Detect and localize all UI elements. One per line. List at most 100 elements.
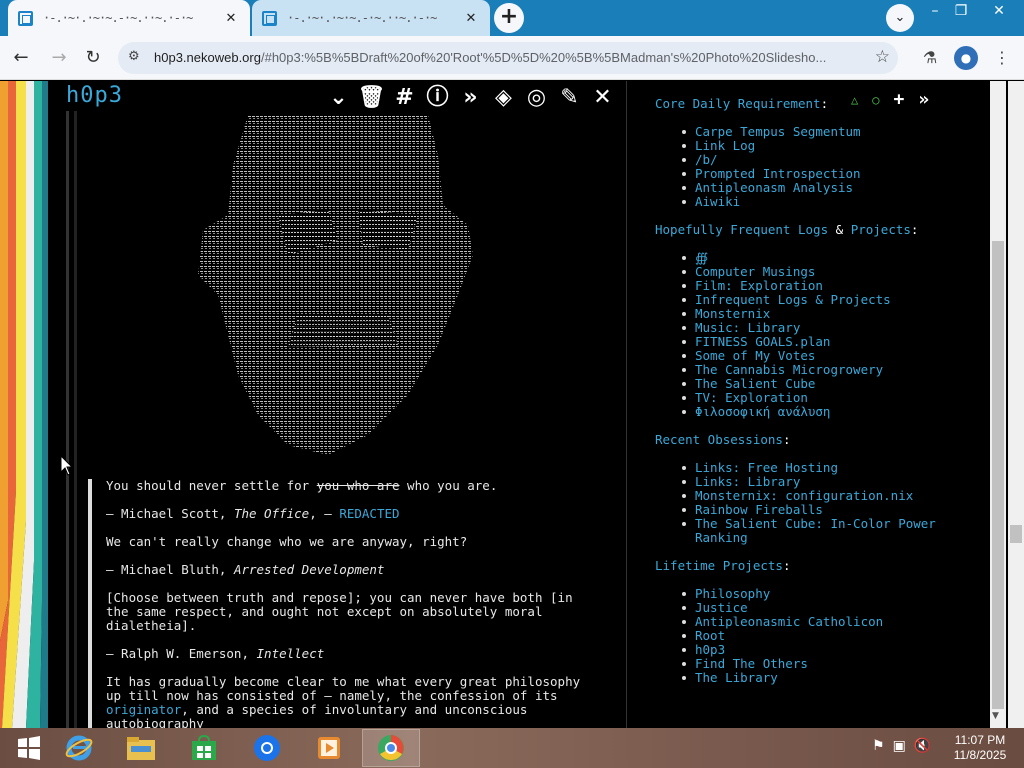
- clock-date: 11/8/2025: [953, 748, 1007, 762]
- quote-attribution: – Michael Scott, The Office, – REDACTED: [106, 506, 400, 521]
- volume-muted-icon[interactable]: 🔇: [914, 738, 931, 754]
- list-item[interactable]: Links: Library: [682, 475, 945, 489]
- section-heading-lifetime: Lifetime Projects:: [655, 558, 791, 573]
- plus-icon[interactable]: +: [893, 91, 904, 109]
- target-icon[interactable]: ◎: [520, 83, 553, 113]
- list-item[interactable]: Rainbow Fireballs: [682, 503, 945, 517]
- list-item[interactable]: Antipleonasmic Catholicon: [681, 615, 883, 629]
- kebab-menu-icon[interactable]: ⋮: [990, 46, 1014, 70]
- list-item[interactable]: The Salient Cube: In-Color Power Ranking: [682, 517, 945, 545]
- restore-button[interactable]: ❐: [944, 0, 978, 24]
- triangle-icon[interactable]: △: [851, 93, 858, 107]
- list-item[interactable]: Philosophy: [681, 587, 883, 601]
- quote-text: [Choose between truth and repose]; you c…: [106, 590, 581, 633]
- list-item[interactable]: Some of My Votes: [682, 349, 891, 363]
- store-icon[interactable]: [175, 729, 233, 767]
- quote-text: You should never settle for you who are …: [106, 478, 498, 493]
- file-explorer-icon[interactable]: [112, 729, 170, 767]
- tab-title: ·-.·~·.·~·~.-·~.··~.·-·~: [43, 11, 193, 25]
- list-item[interactable]: Music: Library: [682, 321, 891, 335]
- list-item[interactable]: Φιλοσοφική ανάλυση: [682, 405, 891, 419]
- link-list-obsessions: Links: Free Hosting Links: Library Monst…: [682, 461, 945, 545]
- list-item[interactable]: Root: [681, 629, 883, 643]
- list-item[interactable]: TV: Exploration: [682, 391, 891, 405]
- tab-inactive[interactable]: ·-.·~·.·~·~.-·~.··~.·-·~ ✕: [252, 0, 490, 36]
- page-scrollbar[interactable]: [1008, 81, 1024, 728]
- list-item[interactable]: Aiwiki: [682, 195, 861, 209]
- tune-icon[interactable]: ⚙: [128, 49, 140, 64]
- delete-icon[interactable]: 🗑: [355, 83, 388, 113]
- media-player-icon[interactable]: [300, 729, 358, 767]
- reload-button[interactable]: ↻: [80, 46, 106, 72]
- close-tab-icon[interactable]: ✕: [222, 11, 240, 26]
- main-tiddler-panel: h0p3 ⌄ 🗑 # ⓘ » ◈ ◎ ✎ ✕ You should never …: [52, 81, 626, 728]
- tiddler-toolbar: ⌄ 🗑 # ⓘ » ◈ ◎ ✎ ✕: [322, 83, 619, 113]
- more-icon[interactable]: »: [454, 83, 487, 113]
- forward-button[interactable]: →: [46, 46, 72, 72]
- sidebar-panel: △ ○ + » Core Daily Requirement: Carpe Te…: [627, 81, 990, 728]
- info-icon[interactable]: ⓘ: [421, 83, 454, 113]
- list-item[interactable]: Find The Others: [681, 657, 883, 671]
- quote-attribution: – Ralph W. Emerson, Intellect: [106, 646, 325, 661]
- link-list-core: Carpe Tempus Segmentum Link Log /b/ Prom…: [682, 125, 861, 209]
- permalink-icon[interactable]: #: [388, 83, 421, 113]
- address-bar[interactable]: ⚙ h0p3.nekoweb.org/#h0p3:%5B%5BDraft%20o…: [118, 42, 898, 74]
- list-item[interactable]: Film: Exploration: [682, 279, 891, 293]
- close-window-button[interactable]: ✕: [982, 0, 1016, 24]
- sidebar-controls: △ ○ + »: [851, 91, 929, 109]
- list-item[interactable]: Links: Free Hosting: [682, 461, 945, 475]
- profile-icon[interactable]: ●: [954, 46, 978, 70]
- quotes-block: You should never settle for you who are …: [88, 479, 588, 728]
- url-host: h0p3.nekoweb.org: [154, 50, 261, 65]
- network-icon[interactable]: ▣: [893, 738, 906, 754]
- list-item[interactable]: The Salient Cube: [682, 377, 891, 391]
- flask-icon[interactable]: ⚗: [918, 46, 942, 70]
- back-button[interactable]: ←: [8, 46, 34, 72]
- list-item[interactable]: Infrequent Logs & Projects: [682, 293, 891, 307]
- clock[interactable]: 11:07 PM 11/8/2025: [940, 733, 1020, 763]
- tab-search-button[interactable]: ⌄: [886, 4, 914, 32]
- close-icon[interactable]: ✕: [586, 83, 619, 113]
- internet-explorer-icon[interactable]: [50, 729, 108, 767]
- list-item[interactable]: Justice: [681, 601, 883, 615]
- taskbar: ⚑ ▣ 🔇 11:07 PM 11/8/2025: [0, 728, 1024, 768]
- list-item[interactable]: /b/: [682, 153, 861, 167]
- url-text[interactable]: h0p3.nekoweb.org/#h0p3:%5B%5BDraft%20of%…: [154, 50, 859, 65]
- list-item[interactable]: Monsternix: [682, 307, 891, 321]
- list-item[interactable]: Monsternix: configuration.nix: [682, 489, 945, 503]
- list-item[interactable]: h0p3: [681, 643, 883, 657]
- new-tab-button[interactable]: +: [494, 3, 524, 33]
- tag-icon[interactable]: ◈: [487, 83, 520, 113]
- tab-bar: ·-.·~·.·~·~.-·~.··~.·-·~ ✕ ·-.·~·.·~·~.-…: [0, 0, 1024, 36]
- list-item[interactable]: The Cannabis Microgrowery: [682, 363, 891, 377]
- flag-icon[interactable]: ⚑: [872, 738, 885, 754]
- list-item[interactable]: Carpe Tempus Segmentum: [682, 125, 861, 139]
- edit-icon[interactable]: ✎: [553, 83, 586, 113]
- list-item[interactable]: The Library: [681, 671, 883, 685]
- redacted-link[interactable]: REDACTED: [339, 506, 399, 521]
- list-item[interactable]: Computer Musings: [682, 265, 891, 279]
- list-item[interactable]: FITNESS GOALS.plan: [682, 335, 891, 349]
- list-item[interactable]: Link Log: [682, 139, 861, 153]
- chrome-alt-icon[interactable]: [362, 729, 420, 767]
- list-item[interactable]: Prompted Introspection: [682, 167, 861, 181]
- link-list-lifetime: Philosophy Justice Antipleonasmic Cathol…: [681, 587, 883, 685]
- tab-title: ·-.·~·.·~·~.-·~.··~.·-·~: [287, 11, 437, 25]
- scroll-down-arrow-icon[interactable]: ▼: [992, 711, 999, 721]
- close-tab-icon[interactable]: ✕: [462, 11, 480, 26]
- collapse-icon[interactable]: ⌄: [322, 83, 355, 113]
- favicon-icon: [18, 10, 33, 26]
- sidebar-scroll-thumb[interactable]: [992, 241, 1004, 709]
- chrome-icon[interactable]: [238, 729, 296, 767]
- list-item[interactable]: ∰: [682, 251, 891, 265]
- next-icon[interactable]: »: [918, 91, 929, 109]
- circle-icon[interactable]: ○: [872, 93, 879, 107]
- page-scroll-thumb[interactable]: [1010, 525, 1022, 543]
- tab-active[interactable]: ·-.·~·.·~·~.-·~.··~.·-·~ ✕: [8, 0, 250, 36]
- star-icon[interactable]: ☆: [875, 47, 890, 67]
- list-item[interactable]: Antipleonasm Analysis: [682, 181, 861, 195]
- originator-link[interactable]: originator: [106, 702, 181, 717]
- section-heading-obsessions: Recent Obsessions:: [655, 432, 791, 447]
- sidebar-scrollbar[interactable]: ▼: [990, 81, 1006, 728]
- site-logo[interactable]: h0p3: [66, 83, 123, 108]
